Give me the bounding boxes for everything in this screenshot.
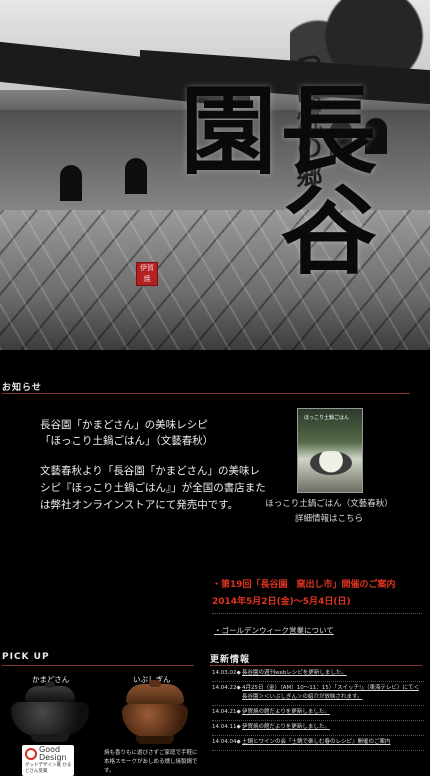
update-link[interactable]: 土鍋とワインの会『土鍋で楽しむ春のレシピ』開催のご案内 [242,738,424,747]
book-detail-link[interactable]: 詳細情報はこちら [264,512,394,527]
list-item[interactable]: 14.04.11◆ 伊賀焼の館だよりを更新しました。 [212,721,424,736]
hero-banner: つぼ焼の郷 長谷園 伊賀焼 [0,0,430,350]
update-date: 14.04.11◆ [212,724,241,730]
update-link[interactable]: 長谷園の週刊webレシピを更新しました。 [242,669,424,678]
list-item[interactable]: 14.03.02◆ 長谷園の週刊webレシピを更新しました。 [212,667,424,682]
book-cover-image[interactable]: ほっこり土鍋ごはん [297,408,363,493]
notice-line-1: 長谷園「かまどさん」の美味レシピ [40,419,208,431]
list-item[interactable]: 14.04.22◆ 4月25日（金）（AM）10〜11：15）「スイッチ!」（東… [212,682,424,706]
update-link[interactable]: 伊賀焼の館だよりを更新しました。 [242,708,424,717]
pickup-item-2-description: 焼も香りもに遊びさずご家庭で手軽に本格スモークがあしめる燻し焼製鍋です。 [104,750,198,774]
hero-seal: 伊賀焼 [136,262,158,286]
updates-list: 14.03.02◆ 長谷園の週刊webレシピを更新しました。 14.04.22◆… [212,667,424,751]
book-cover-title: ほっこり土鍋ごはん [304,415,350,421]
update-date: 14.03.02◆ [212,670,241,676]
notice-body: 文藝春秋より「長谷園「かまどさん」の美味レシピ『ほっこり土鍋ごはん』」が全国の書… [40,465,266,511]
event-title-link[interactable]: ・第19回「長谷園 窯出し市」開催のご案内 [212,577,427,590]
updates-section-title: 更新情報 [210,652,422,666]
book-caption[interactable]: ほっこり土鍋ごはん（文藝春秋） 詳細情報はこちら [264,497,394,527]
book-caption-title: ほっこり土鍋ごはん（文藝春秋） [265,499,393,509]
notice-section-title: お知らせ [2,380,410,394]
event-dates: 2014年5月2日(金)〜5月4日(日) [212,597,351,607]
notice-line-2: 「ほっこり土鍋ごはん」（文藝春秋） [40,435,214,447]
hero-kiln-arch [60,165,82,201]
hero-kiln-arch [125,158,147,194]
ibushigin-pot-image[interactable] [118,680,192,744]
list-item[interactable]: 14.04.04◆ 土鍋とワインの会『土鍋で楽しむ春のレシピ』開催のご案内 [212,736,424,751]
golden-week-link[interactable]: ・ゴールデンウィーク営業について [214,625,414,636]
update-date: 14.04.21◆ [212,709,241,715]
pickup-section-title: PICK UP [2,652,194,666]
badge-text-design: Design [39,753,67,762]
update-link[interactable]: 伊賀焼の館だよりを更新しました。 [242,723,424,732]
good-design-badge: Good Design グッドデザイン賞 かまどさん受賞 [22,745,74,776]
update-date: 14.04.22◆ [212,685,241,691]
badge-text-award: グッドデザイン賞 かまどさん受賞 [25,763,72,774]
book-pot-illustration [310,451,352,475]
kamadosan-pot-image[interactable] [7,682,93,742]
list-item[interactable]: 14.04.21◆ 伊賀焼の館だよりを更新しました。 [212,706,424,721]
hero-logo: 長谷園 [164,80,377,280]
good-design-icon [25,748,37,760]
update-link[interactable]: 4月25日（金）（AM）10〜11：15）「スイッチ!」（東海テレビ）にて＜長谷… [242,684,424,702]
divider [212,613,422,614]
update-date: 14.04.04◆ [212,739,241,745]
